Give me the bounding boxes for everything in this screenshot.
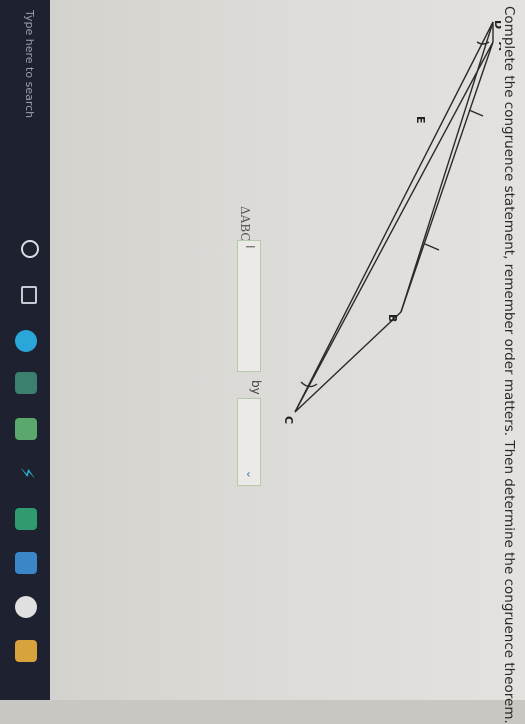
segment-db <box>400 21 494 313</box>
mail-icon[interactable] <box>15 552 37 574</box>
question-text: Complete the congruence statement, remem… <box>501 6 517 724</box>
task-view-icon[interactable] <box>21 286 37 304</box>
chevron-down-icon: ⌄ <box>244 469 257 479</box>
cortana-icon[interactable] <box>21 240 39 258</box>
label-b: B <box>386 314 399 322</box>
segment-ac <box>294 41 494 413</box>
store-icon[interactable] <box>15 372 37 394</box>
tick-ae <box>468 109 484 117</box>
theorem-select[interactable]: ⌄ <box>237 398 261 486</box>
chrome-icon[interactable] <box>15 596 37 618</box>
taskbar: Type here to search ⚡ <box>0 0 50 700</box>
tick-eb <box>424 243 440 251</box>
label-e: E <box>414 116 427 124</box>
screen: Complete the congruence statement, remem… <box>0 0 525 724</box>
label-c: C <box>282 416 295 424</box>
by-label: by <box>249 380 263 395</box>
photos-icon[interactable] <box>15 418 37 440</box>
segment-bc <box>294 311 402 413</box>
edge-icon[interactable] <box>15 330 37 352</box>
files-icon[interactable] <box>15 640 37 662</box>
segment-dc <box>294 21 494 413</box>
green-app-icon[interactable] <box>15 508 37 530</box>
lightning-icon[interactable]: ⚡ <box>15 462 37 484</box>
label-d: D <box>492 20 501 29</box>
triangle-figure: D A E B C <box>282 20 501 424</box>
text-cursor: I <box>243 245 257 249</box>
taskbar-search-input[interactable]: Type here to search <box>23 10 36 118</box>
label-a: A <box>496 42 501 51</box>
congruence-answer-input[interactable]: I <box>237 240 261 372</box>
